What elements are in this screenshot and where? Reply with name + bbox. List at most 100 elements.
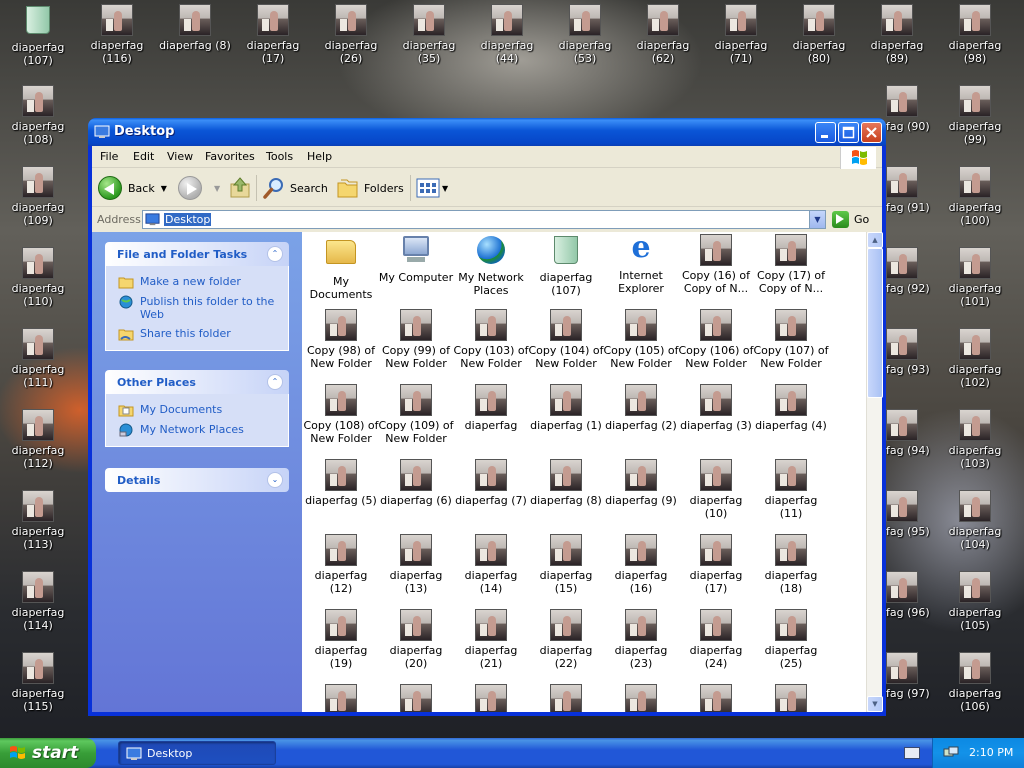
file-item[interactable]: My Documents xyxy=(303,234,379,301)
file-item[interactable]: diaperfag (1) xyxy=(528,384,604,432)
desktop-icon-item[interactable]: diaperfag (112) xyxy=(0,409,76,470)
file-item[interactable]: diaperfag (12) xyxy=(303,534,379,595)
search-button[interactable]: Search xyxy=(262,174,328,202)
desktop-icon-item[interactable]: diaperfag (109) xyxy=(0,166,76,227)
menu-favorites[interactable]: Favorites xyxy=(205,150,255,163)
file-item[interactable]: Copy (107) of New Folder xyxy=(753,309,829,370)
file-item[interactable]: diaperfag (22) xyxy=(528,609,604,670)
other-places-network-link[interactable]: My Network Places xyxy=(106,420,288,440)
file-item[interactable]: Copy (104) of New Folder xyxy=(528,309,604,370)
file-item[interactable]: diaperfag (17) xyxy=(678,534,754,595)
title-bar[interactable]: Desktop xyxy=(88,118,886,146)
desktop-icon-item[interactable]: diaperfag (101) xyxy=(937,247,1013,308)
desktop-icon-item[interactable]: diaperfag (108) xyxy=(0,85,76,146)
desktop-icon-item[interactable]: diaperfag (17) xyxy=(235,4,311,65)
views-dropdown-icon[interactable]: ▼ xyxy=(442,184,448,193)
desktop-icon-item[interactable]: diaperfag (53) xyxy=(547,4,623,65)
desktop-icon-item[interactable]: diaperfag (106) xyxy=(937,652,1013,713)
file-item[interactable]: diaperfag xyxy=(453,384,529,432)
minimize-button[interactable] xyxy=(815,122,836,143)
file-item[interactable]: diaperfag (2) xyxy=(603,384,679,432)
other-places-my-documents-link[interactable]: My Documents xyxy=(106,400,288,420)
file-item[interactable] xyxy=(303,684,379,712)
file-item[interactable]: diaperfag (16) xyxy=(603,534,679,595)
file-item[interactable]: diaperfag (25) xyxy=(753,609,829,670)
file-item[interactable]: diaperfag (11) xyxy=(753,459,829,520)
file-item[interactable]: diaperfag (9) xyxy=(603,459,679,507)
file-item[interactable]: My Computer xyxy=(378,234,454,284)
scroll-thumb[interactable] xyxy=(867,248,883,398)
file-item[interactable]: diaperfag (14) xyxy=(453,534,529,595)
file-item[interactable]: diaperfag (3) xyxy=(678,384,754,432)
file-list-view[interactable]: My Documents My Computer My Network Places… xyxy=(302,232,866,712)
desktop-icon-item[interactable]: diaperfag (104) xyxy=(937,490,1013,551)
desktop-icon-item[interactable]: diaperfag (111) xyxy=(0,328,76,389)
other-places-header[interactable]: Other Places ⌃ xyxy=(105,370,289,394)
file-item[interactable]: diaperfag (107) xyxy=(528,234,604,297)
file-item[interactable]: diaperfag (20) xyxy=(378,609,454,670)
publish-folder-link[interactable]: Publish this folder to the Web xyxy=(106,292,288,324)
keyboard-icon[interactable] xyxy=(904,747,920,759)
file-item[interactable]: Copy (103) of New Folder xyxy=(453,309,529,370)
file-item[interactable]: Copy (98) of New Folder xyxy=(303,309,379,370)
scroll-down-icon[interactable]: ▼ xyxy=(867,696,883,712)
address-input[interactable]: Desktop ▼ xyxy=(142,210,826,229)
make-new-folder-link[interactable]: Make a new folder xyxy=(106,272,288,292)
desktop-icon-item[interactable]: diaperfag (102) xyxy=(937,328,1013,389)
chevron-up-icon[interactable]: ⌃ xyxy=(267,246,283,262)
desktop-icon-item[interactable]: diaperfag (71) xyxy=(703,4,779,65)
maximize-button[interactable] xyxy=(838,122,859,143)
vertical-scrollbar[interactable]: ▲ ▼ xyxy=(866,232,883,712)
desktop-icon-item[interactable]: diaperfag (105) xyxy=(937,571,1013,632)
close-button[interactable] xyxy=(861,122,882,143)
file-item[interactable]: diaperfag (24) xyxy=(678,609,754,670)
desktop-icon-item[interactable]: diaperfag (8) xyxy=(157,4,233,52)
file-item[interactable] xyxy=(378,684,454,712)
file-item[interactable]: diaperfag (21) xyxy=(453,609,529,670)
menu-file[interactable]: File xyxy=(100,150,118,163)
file-item[interactable]: diaperfag (10) xyxy=(678,459,754,520)
file-item[interactable] xyxy=(453,684,529,712)
menu-help[interactable]: Help xyxy=(307,150,332,163)
address-dropdown-icon[interactable]: ▼ xyxy=(809,211,825,228)
desktop-icon-item[interactable]: diaperfag (110) xyxy=(0,247,76,308)
scroll-up-icon[interactable]: ▲ xyxy=(867,232,883,248)
desktop-icon-item[interactable]: diaperfag (35) xyxy=(391,4,467,65)
share-folder-link[interactable]: Share this folder xyxy=(106,324,288,344)
desktop-icon-item[interactable]: diaperfag (103) xyxy=(937,409,1013,470)
desktop-icon-item[interactable]: diaperfag (115) xyxy=(0,652,76,713)
back-dropdown-icon[interactable]: ▼ xyxy=(161,184,167,193)
desktop-icon-item[interactable]: diaperfag (89) xyxy=(859,4,935,65)
file-item[interactable]: Copy (106) of New Folder xyxy=(678,309,754,370)
up-folder-button[interactable] xyxy=(228,174,252,202)
file-item[interactable]: Copy (109) of New Folder xyxy=(378,384,454,445)
file-item[interactable]: Copy (108) of New Folder xyxy=(303,384,379,445)
folders-button[interactable]: Folders xyxy=(336,174,404,202)
file-item[interactable]: diaperfag (6) xyxy=(378,459,454,507)
file-item[interactable]: Copy (16) of Copy of N... xyxy=(678,234,754,295)
desktop-icon-item[interactable]: diaperfag (113) xyxy=(0,490,76,551)
file-item[interactable]: diaperfag (19) xyxy=(303,609,379,670)
desktop-icon-item[interactable]: diaperfag (116) xyxy=(79,4,155,65)
network-tray-icon[interactable] xyxy=(943,746,959,760)
file-item[interactable]: diaperfag (13) xyxy=(378,534,454,595)
desktop-recycle-bin[interactable]: diaperfag (107) xyxy=(0,4,76,67)
file-item[interactable]: diaperfag (23) xyxy=(603,609,679,670)
file-item[interactable]: Copy (105) of New Folder xyxy=(603,309,679,370)
file-item[interactable]: diaperfag (4) xyxy=(753,384,829,432)
start-button[interactable]: start xyxy=(0,738,96,768)
file-item[interactable]: My Network Places xyxy=(453,234,529,297)
file-item[interactable]: diaperfag (5) xyxy=(303,459,379,507)
file-item[interactable]: e Internet Explorer xyxy=(603,233,679,296)
desktop-icon-item[interactable]: diaperfag (98) xyxy=(937,4,1013,65)
file-item[interactable]: diaperfag (15) xyxy=(528,534,604,595)
desktop-icon-item[interactable]: diaperfag (26) xyxy=(313,4,389,65)
menu-edit[interactable]: Edit xyxy=(133,150,154,163)
desktop-icon-item[interactable]: diaperfag (100) xyxy=(937,166,1013,227)
file-item[interactable]: Copy (17) of Copy of N... xyxy=(753,234,829,295)
menu-tools[interactable]: Tools xyxy=(266,150,293,163)
file-item[interactable] xyxy=(753,684,829,712)
desktop-icon-item[interactable]: diaperfag (44) xyxy=(469,4,545,65)
file-item[interactable] xyxy=(603,684,679,712)
file-folder-tasks-header[interactable]: File and Folder Tasks ⌃ xyxy=(105,242,289,266)
